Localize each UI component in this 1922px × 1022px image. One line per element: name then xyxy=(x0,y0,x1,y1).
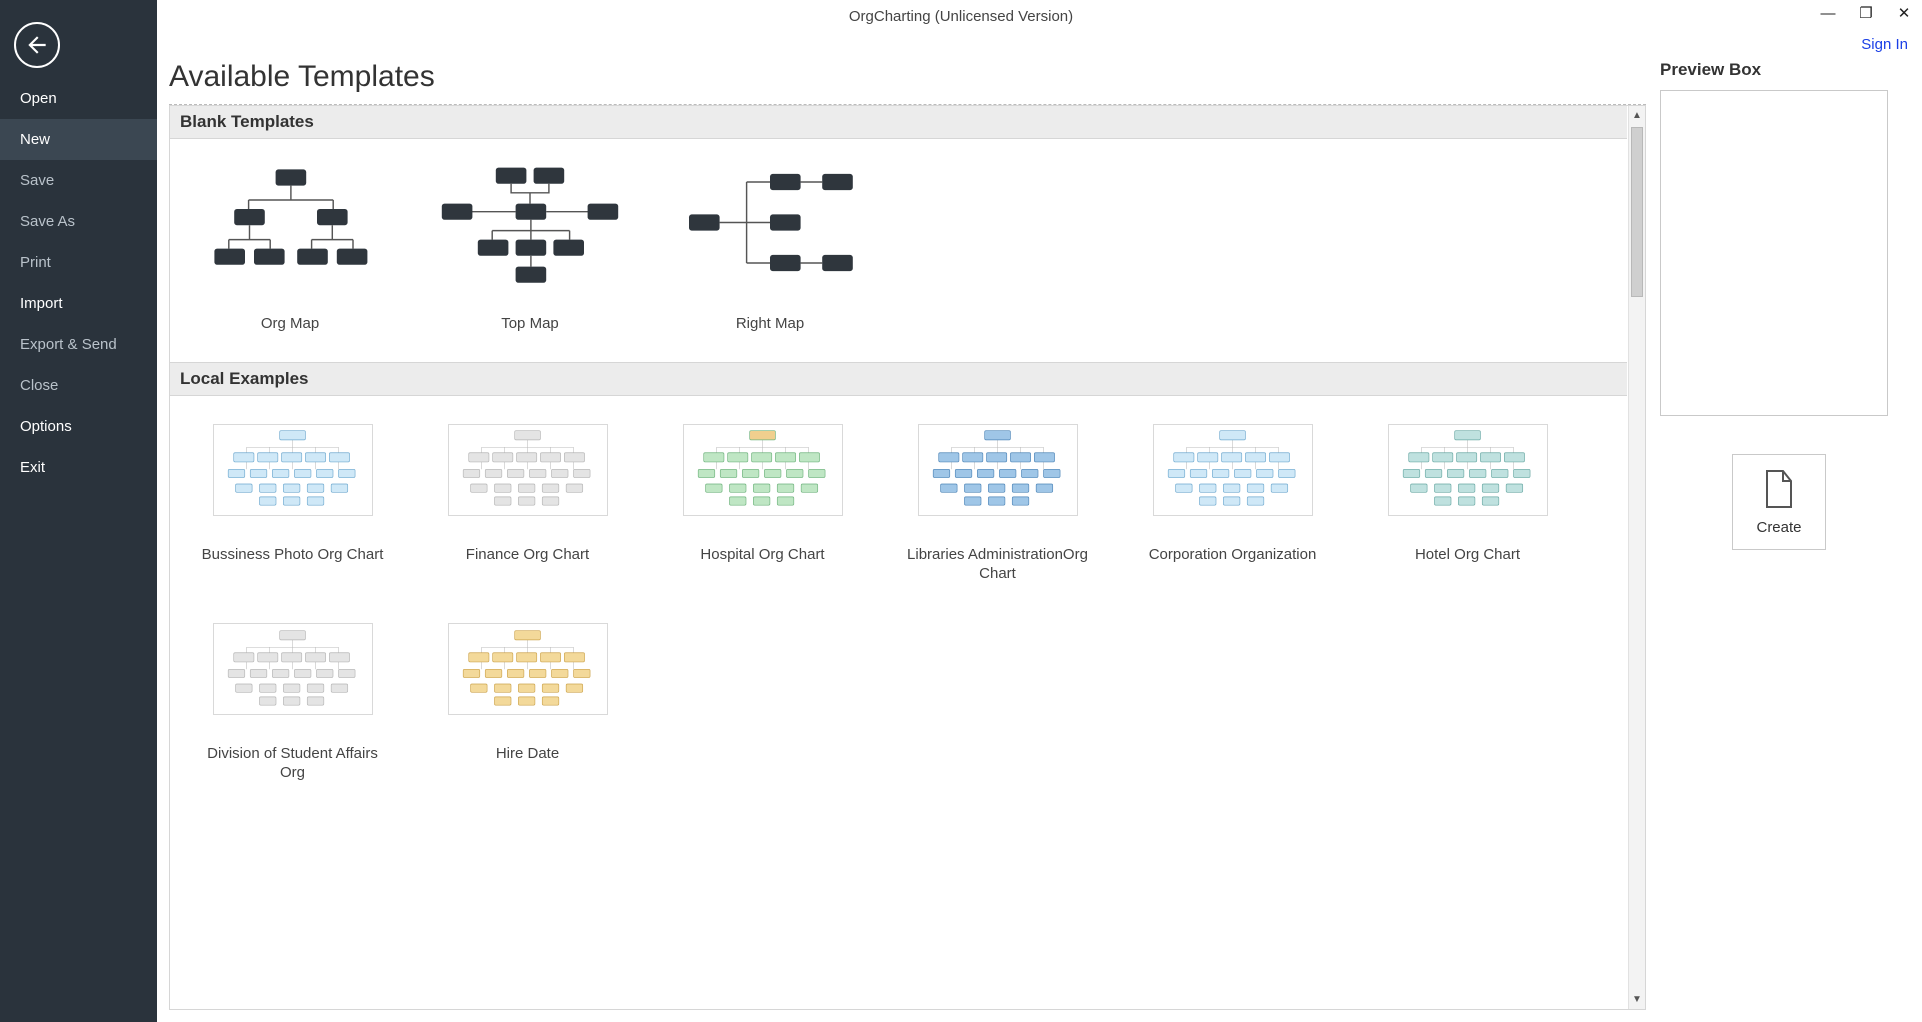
right-map-thumb xyxy=(680,161,860,301)
sidebar: OpenNewSaveSave AsPrintImportExport & Se… xyxy=(0,0,157,1022)
sidebar-item-close[interactable]: Close xyxy=(0,365,157,406)
arrow-left-icon xyxy=(24,32,50,58)
sidebar-item-options[interactable]: Options xyxy=(0,406,157,447)
org-map-thumb xyxy=(200,161,380,301)
blank-template-org-map[interactable]: Org Map xyxy=(200,161,380,334)
preview-title: Preview Box xyxy=(1660,60,1898,80)
example-business-photo-label: Bussiness Photo Org Chart xyxy=(202,546,384,565)
example-business-photo-thumb xyxy=(213,424,373,516)
sidebar-item-print[interactable]: Print xyxy=(0,242,157,283)
example-corporation[interactable]: Corporation Organization xyxy=(1140,424,1325,584)
sidebar-item-export-send[interactable]: Export & Send xyxy=(0,324,157,365)
example-hotel-thumb xyxy=(1388,424,1548,516)
examples-grid: Bussiness Photo Org Chart Finance Org Ch… xyxy=(170,396,1627,811)
sidebar-item-new[interactable]: New xyxy=(0,119,157,160)
example-hire-date-thumb xyxy=(448,623,608,715)
back-button[interactable] xyxy=(14,22,60,68)
example-student-affairs-thumb xyxy=(213,623,373,715)
scroll-down-icon[interactable]: ▼ xyxy=(1632,990,1642,1009)
sidebar-item-import[interactable]: Import xyxy=(0,283,157,324)
example-libraries-thumb xyxy=(918,424,1078,516)
new-file-icon xyxy=(1763,469,1795,509)
example-libraries[interactable]: Libraries AdministrationOrg Chart xyxy=(905,424,1090,584)
templates-column: Available Templates Blank Templates xyxy=(169,60,1646,1010)
blank-template-right-map[interactable]: Right Map xyxy=(680,161,860,334)
create-button[interactable]: Create xyxy=(1732,454,1826,550)
page-title: Available Templates xyxy=(169,60,1646,94)
blank-template-top-map[interactable]: Top Map xyxy=(440,161,620,334)
create-label: Create xyxy=(1756,519,1801,536)
section-header-blank: Blank Templates xyxy=(170,106,1627,139)
sidebar-nav: OpenNewSaveSave AsPrintImportExport & Se… xyxy=(0,78,157,488)
top-map-label: Top Map xyxy=(501,315,559,334)
example-business-photo[interactable]: Bussiness Photo Org Chart xyxy=(200,424,385,584)
example-libraries-label: Libraries AdministrationOrg Chart xyxy=(905,546,1090,584)
blank-templates-grid: Org Map xyxy=(170,139,1627,362)
sidebar-item-save[interactable]: Save xyxy=(0,160,157,201)
scrollbar[interactable]: ▲ ▼ xyxy=(1628,106,1645,1009)
example-hire-date-label: Hire Date xyxy=(496,745,559,764)
preview-box xyxy=(1660,90,1888,416)
example-hospital-thumb xyxy=(683,424,843,516)
example-hospital[interactable]: Hospital Org Chart xyxy=(670,424,855,584)
org-map-label: Org Map xyxy=(261,315,319,334)
example-student-affairs[interactable]: Division of Student Affairs Org xyxy=(200,623,385,783)
templates-scroll-area: Blank Templates xyxy=(169,105,1646,1010)
example-finance[interactable]: Finance Org Chart xyxy=(435,424,620,584)
right-map-label: Right Map xyxy=(736,315,804,334)
sidebar-item-open[interactable]: Open xyxy=(0,78,157,119)
sidebar-item-save-as[interactable]: Save As xyxy=(0,201,157,242)
templates-scroll-inner[interactable]: Blank Templates xyxy=(170,106,1627,1009)
scroll-thumb[interactable] xyxy=(1631,127,1643,297)
example-hospital-label: Hospital Org Chart xyxy=(700,546,824,565)
example-corporation-thumb xyxy=(1153,424,1313,516)
example-student-affairs-label: Division of Student Affairs Org xyxy=(200,745,385,783)
preview-column: Preview Box Create xyxy=(1660,60,1898,1010)
section-header-examples: Local Examples xyxy=(170,362,1627,396)
example-hire-date[interactable]: Hire Date xyxy=(435,623,620,783)
example-finance-thumb xyxy=(448,424,608,516)
top-map-thumb xyxy=(440,161,620,301)
sidebar-item-exit[interactable]: Exit xyxy=(0,447,157,488)
main: Available Templates Blank Templates xyxy=(157,0,1922,1022)
example-hotel-label: Hotel Org Chart xyxy=(1415,546,1520,565)
example-finance-label: Finance Org Chart xyxy=(466,546,589,565)
example-corporation-label: Corporation Organization xyxy=(1149,546,1317,565)
example-hotel[interactable]: Hotel Org Chart xyxy=(1375,424,1560,584)
scroll-up-icon[interactable]: ▲ xyxy=(1632,106,1642,125)
